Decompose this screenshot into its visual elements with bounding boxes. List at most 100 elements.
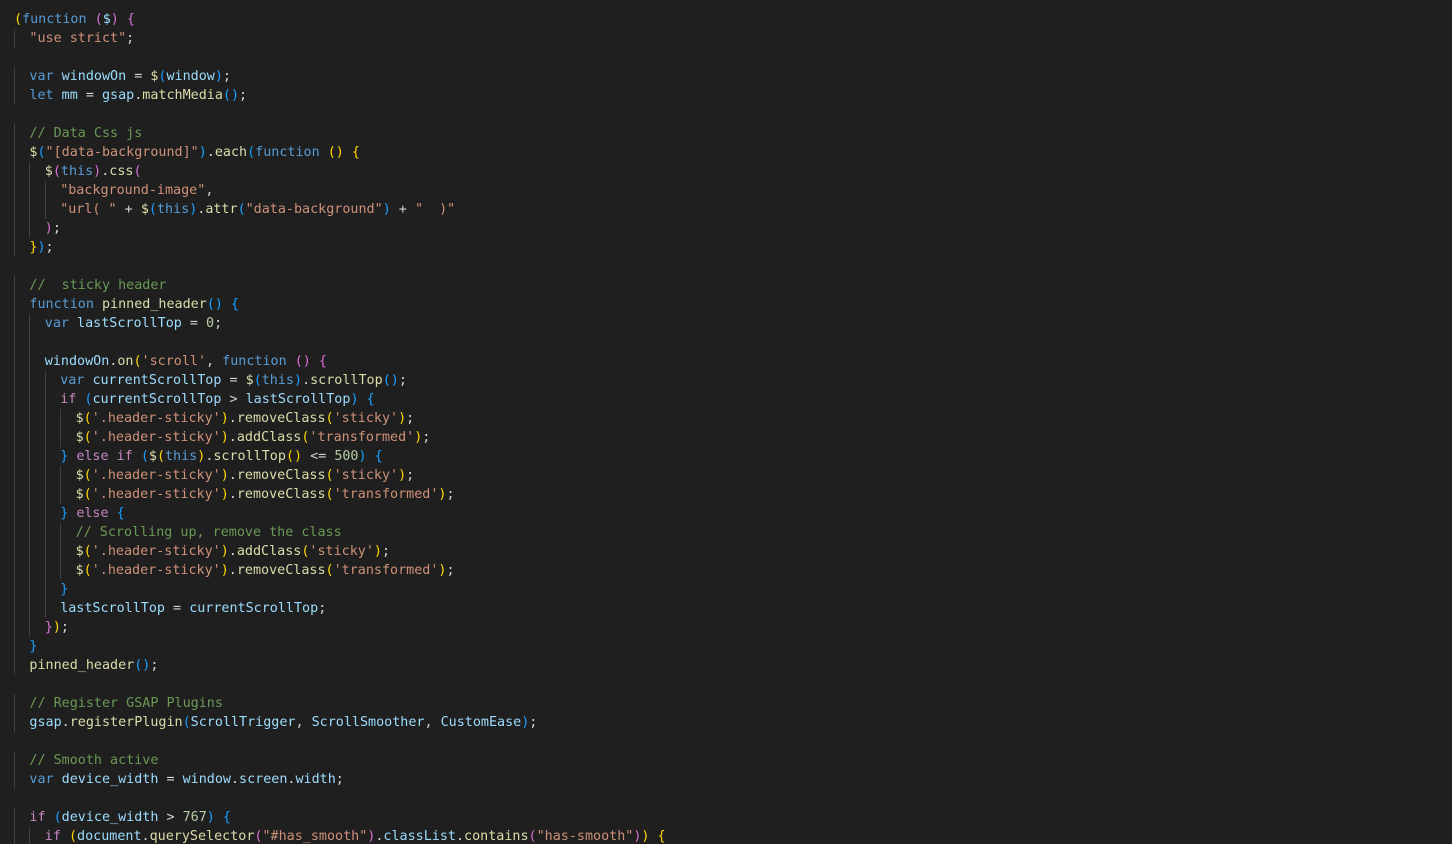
code-token: addClass <box>236 430 302 445</box>
code-token: ; <box>446 563 455 578</box>
code-line[interactable]: } <box>0 637 1452 656</box>
code-line[interactable] <box>0 675 1452 694</box>
code-token: () <box>382 373 399 388</box>
code-token: removeClass <box>236 487 326 502</box>
code-line[interactable]: }); <box>0 618 1452 637</box>
code-line[interactable]: (function ($) { <box>0 10 1452 29</box>
code-line[interactable]: // Data Css js <box>0 124 1452 143</box>
code-line[interactable]: "background-image", <box>0 181 1452 200</box>
code-token: $ <box>75 563 84 578</box>
indent-guide <box>14 295 15 314</box>
code-token: . <box>61 715 70 730</box>
code-line[interactable]: $('.header-sticky').removeClass('sticky'… <box>0 466 1452 485</box>
code-token: ScrollTrigger <box>190 715 296 730</box>
code-token: () <box>294 354 311 369</box>
indent-guide <box>14 561 15 580</box>
code-token: '.header-sticky' <box>91 487 221 502</box>
code-line[interactable]: var windowOn = $(window); <box>0 67 1452 86</box>
code-token: 'sticky' <box>309 544 374 559</box>
code-token: currentScrollTop <box>92 373 222 388</box>
code-token: var <box>44 316 69 331</box>
code-token: function <box>29 297 94 312</box>
code-line[interactable]: }); <box>0 238 1452 257</box>
code-line[interactable]: $('.header-sticky').addClass('transforme… <box>0 428 1452 447</box>
code-token: "url( " <box>60 202 117 217</box>
code-line[interactable]: if (device_width > 767) { <box>0 808 1452 827</box>
code-line[interactable]: "use strict"; <box>0 29 1452 48</box>
code-line[interactable]: // Smooth active <box>0 751 1452 770</box>
code-line[interactable]: var device_width = window.screen.width; <box>0 770 1452 789</box>
code-line[interactable]: gsap.registerPlugin(ScrollTrigger, Scrol… <box>0 713 1452 732</box>
code-line[interactable] <box>0 333 1452 352</box>
code-token: document <box>77 829 142 844</box>
code-line[interactable]: } else { <box>0 504 1452 523</box>
code-line[interactable] <box>0 789 1452 808</box>
code-token: ( <box>83 544 92 559</box>
code-token: . <box>228 563 237 578</box>
code-line[interactable]: } <box>0 580 1452 599</box>
indent-guide <box>14 86 15 105</box>
code-token: ) <box>214 69 223 84</box>
code-line[interactable] <box>0 105 1452 124</box>
code-token: ( <box>325 487 334 502</box>
code-line[interactable]: $('.header-sticky').addClass('sticky'); <box>0 542 1452 561</box>
code-token: each <box>214 145 248 160</box>
code-token: = <box>165 601 190 616</box>
code-token: gsap <box>29 715 62 730</box>
indent-guide <box>14 29 15 48</box>
code-line[interactable]: // Scrolling up, remove the class <box>0 523 1452 542</box>
code-line[interactable]: $("[data-background]").each(function () … <box>0 143 1452 162</box>
code-line[interactable]: pinned_header(); <box>0 656 1452 675</box>
code-token: ; <box>52 221 61 236</box>
code-token: ; <box>335 772 344 787</box>
code-line[interactable]: $('.header-sticky').removeClass('transfo… <box>0 561 1452 580</box>
code-token: // Scrolling up, remove the class <box>75 525 342 540</box>
code-line[interactable]: lastScrollTop = currentScrollTop; <box>0 599 1452 618</box>
code-line[interactable]: $('.header-sticky').removeClass('sticky'… <box>0 409 1452 428</box>
code-line[interactable]: } else if ($(this).scrollTop() <= 500) { <box>0 447 1452 466</box>
code-token: '.header-sticky' <box>91 430 221 445</box>
code-token: + <box>116 202 141 217</box>
code-line[interactable]: $('.header-sticky').removeClass('transfo… <box>0 485 1452 504</box>
code-token: function <box>222 354 287 369</box>
code-token: = <box>181 316 207 331</box>
indent-guide <box>29 580 31 599</box>
code-line[interactable]: function pinned_header() { <box>0 295 1452 314</box>
code-line[interactable] <box>0 257 1452 276</box>
code-line[interactable]: ); <box>0 219 1452 238</box>
code-editor[interactable]: (function ($) {"use strict"; var windowO… <box>0 0 1452 844</box>
code-token: attr <box>205 202 238 217</box>
code-token: lastScrollTop <box>60 601 165 616</box>
code-line[interactable]: // Register GSAP Plugins <box>0 694 1452 713</box>
indent-guide <box>29 827 31 844</box>
code-token: scrollTop <box>310 373 383 388</box>
code-line[interactable]: var currentScrollTop = $(this).scrollTop… <box>0 371 1452 390</box>
code-token: var <box>60 373 85 388</box>
code-line[interactable]: // sticky header <box>0 276 1452 295</box>
code-line[interactable]: windowOn.on('scroll', function () { <box>0 352 1452 371</box>
code-token: = <box>77 88 102 103</box>
code-line[interactable]: let mm = gsap.matchMedia(); <box>0 86 1452 105</box>
indent-guide <box>29 466 31 485</box>
code-token: ) <box>382 202 391 217</box>
indent-guide <box>29 485 31 504</box>
code-line[interactable]: if (currentScrollTop > lastScrollTop) { <box>0 390 1452 409</box>
code-line[interactable]: if (document.querySelector("#has_smooth"… <box>0 827 1452 844</box>
code-token: else <box>76 506 109 521</box>
code-line[interactable]: "url( " + $(this).attr("data-background"… <box>0 200 1452 219</box>
code-token: ( <box>325 563 334 578</box>
code-token: registerPlugin <box>69 715 183 730</box>
code-line[interactable] <box>0 48 1452 67</box>
code-line[interactable] <box>0 732 1452 751</box>
code-token: ) <box>37 240 46 255</box>
code-token: ) <box>198 145 207 160</box>
code-token: ) <box>220 468 229 483</box>
code-area[interactable]: (function ($) {"use strict"; var windowO… <box>0 10 1452 844</box>
code-line[interactable]: $(this).css( <box>0 162 1452 181</box>
code-line[interactable]: var lastScrollTop = 0; <box>0 314 1452 333</box>
indent-guide <box>29 523 31 542</box>
